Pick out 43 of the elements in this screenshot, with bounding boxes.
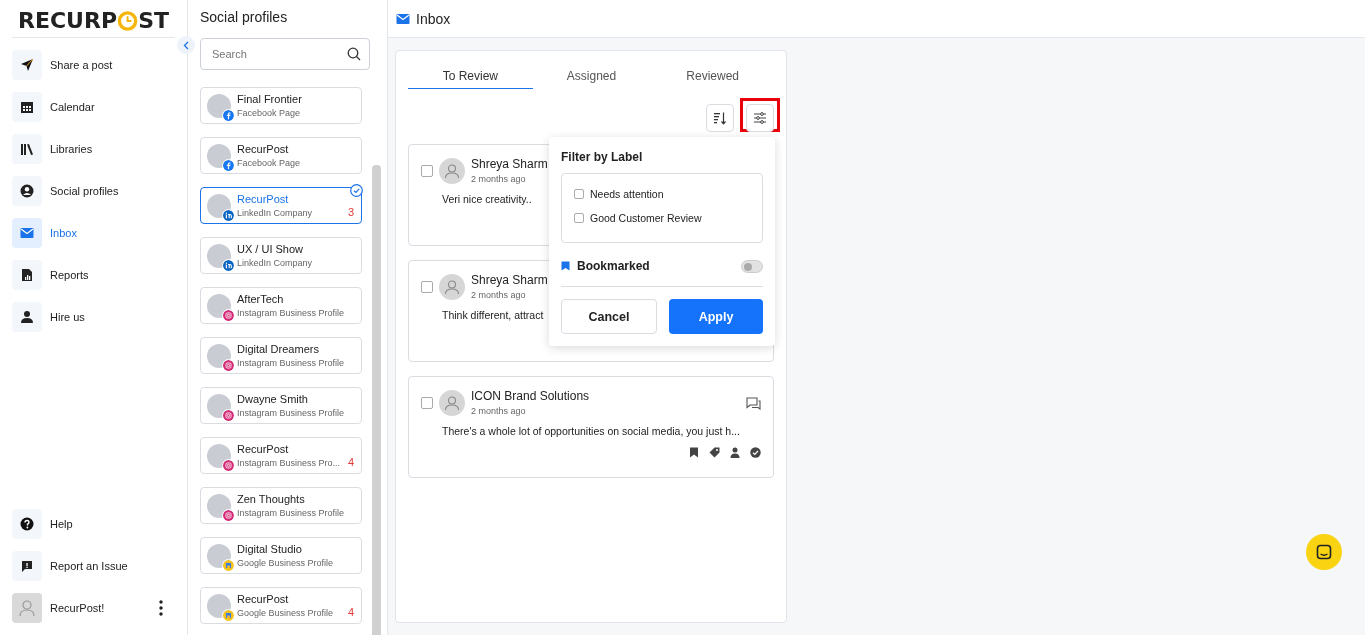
profile-type: Facebook Page (237, 158, 301, 168)
profile-type: Instagram Business Profile (237, 408, 345, 418)
timestamp: 2 months ago (471, 290, 527, 300)
profile-type: Instagram Business Profile (237, 508, 345, 518)
author-name: Shreya Sharm (471, 157, 548, 171)
message-text: Veri nice creativity.. (442, 193, 532, 205)
author-name: Shreya Sharm (471, 273, 548, 287)
message-text: Think different, attract (442, 309, 544, 321)
profile-name: RecurPost (237, 193, 290, 205)
message-text: There's a whole lot of opportunities on social media, you just h... (442, 425, 740, 437)
logo-text: RECURP (18, 8, 118, 33)
logo-text: ST (138, 8, 169, 33)
profile-name: Digital Dreamers (237, 343, 320, 355)
profile-type: Facebook Page (237, 108, 302, 118)
unread-count: 4 (347, 456, 354, 468)
profile-type: Google Business Profile (237, 608, 334, 618)
profile-name: Dwayne Smith (237, 393, 309, 405)
timestamp: 2 months ago (471, 174, 527, 184)
author-name: ICON Brand Solutions (471, 389, 590, 403)
profile-name: Zen Thoughts (237, 493, 306, 505)
profile-type: LinkedIn Company (237, 258, 313, 268)
unread-count: 4 (347, 606, 354, 618)
label-text: Good Customer Review (590, 212, 702, 224)
profile-type: Instagram Business Profile (237, 308, 345, 318)
profile-name: Digital Studio (237, 543, 303, 555)
timestamp: 2 months ago (471, 406, 527, 416)
unread-count: 3 (347, 206, 354, 218)
profile-type: Google Business Profile (237, 558, 334, 568)
label-text: Needs attention (590, 188, 664, 200)
profile-name: AfterTech (237, 293, 285, 305)
profile-type: Instagram Business Profile (237, 358, 345, 368)
profile-type: Instagram Business Pro... (237, 458, 341, 468)
page-title: Inbox (416, 10, 451, 27)
profile-name: RecurPost (237, 443, 290, 455)
profile-name: UX / UI Show (237, 243, 305, 255)
popup-title: Filter by Label (561, 150, 644, 164)
profile-name: RecurPost (237, 593, 290, 605)
profile-type: LinkedIn Company (237, 208, 313, 218)
panel-title: Social profiles (200, 9, 289, 25)
user-name: RecurPost! (50, 602, 105, 614)
profile-name: Final Frontier (237, 93, 302, 105)
bookmarked-label: Bookmarked (577, 259, 650, 273)
profile-name: RecurPost (237, 143, 290, 155)
